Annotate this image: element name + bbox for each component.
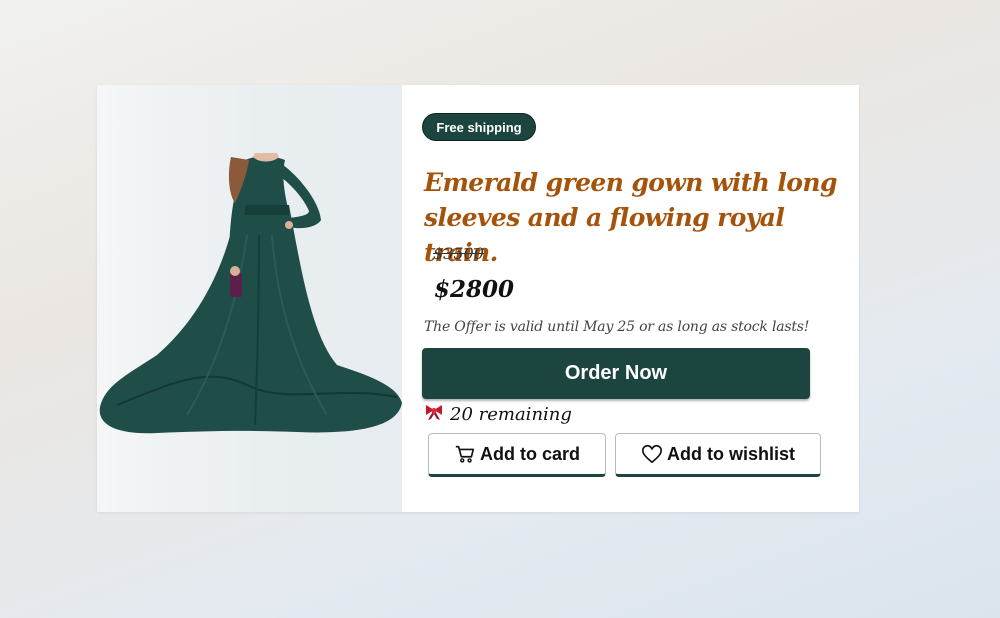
heart-icon xyxy=(641,443,663,465)
add-to-wishlist-label: Add to wishlist xyxy=(667,443,795,464)
add-to-cart-button[interactable]: Add to card xyxy=(428,433,606,477)
gown-illustration xyxy=(99,153,402,434)
free-shipping-badge: Free shipping xyxy=(422,113,536,141)
offer-note: The Offer is valid until May 25 or as lo… xyxy=(424,319,810,335)
ribbon-icon xyxy=(424,403,444,426)
stock-remaining-text: 20 remaining xyxy=(450,404,572,425)
product-card: Free shipping Emerald green gown with lo… xyxy=(97,85,859,512)
product-info: Free shipping Emerald green gown with lo… xyxy=(422,85,842,512)
add-to-wishlist-button[interactable]: Add to wishlist xyxy=(615,433,821,477)
order-now-button[interactable]: Order Now xyxy=(422,348,810,399)
old-price: $3500 xyxy=(433,244,484,263)
current-price: $2800 xyxy=(434,276,515,303)
add-to-cart-label: Add to card xyxy=(479,443,580,464)
cart-icon xyxy=(454,443,476,465)
product-title: Emerald green gown with long sleeves and… xyxy=(424,168,837,267)
product-image xyxy=(97,85,402,512)
stock-remaining: 20 remaining xyxy=(424,403,572,426)
